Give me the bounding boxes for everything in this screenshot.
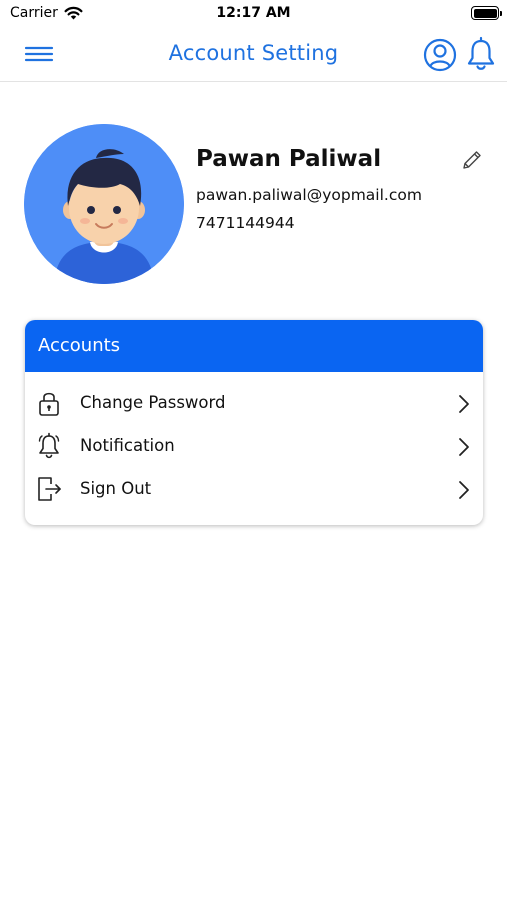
bell-icon <box>36 432 62 460</box>
lock-icon <box>36 389 62 417</box>
nav-bar: Account Setting <box>0 28 507 82</box>
chevron-right-icon <box>457 437 471 457</box>
chevron-right-icon <box>457 480 471 500</box>
sign-out-label: Sign Out <box>80 479 152 498</box>
change-password-item[interactable]: Change Password <box>25 382 483 425</box>
status-bar: Carrier 12:17 AM <box>0 0 507 28</box>
notification-label: Notification <box>80 436 175 455</box>
accounts-title: Accounts <box>38 335 121 356</box>
status-time: 12:17 AM <box>216 5 291 21</box>
accounts-header: Accounts <box>25 320 483 372</box>
sign-out-item[interactable]: Sign Out <box>25 468 483 511</box>
user-circle-icon[interactable] <box>422 37 458 73</box>
notification-item[interactable]: Notification <box>25 425 483 468</box>
change-password-label: Change Password <box>80 393 226 412</box>
sign-out-icon <box>36 475 62 503</box>
bell-icon[interactable] <box>464 36 498 74</box>
user-name: Pawan Paliwal <box>196 146 382 172</box>
battery-icon <box>471 6 502 20</box>
chevron-right-icon <box>457 394 471 414</box>
accounts-card: Accounts Change Password Notification Si… <box>25 320 483 525</box>
accounts-menu-list: Change Password Notification Sign Out <box>25 372 483 511</box>
avatar-illustration <box>24 124 184 284</box>
user-phone: 7471144944 <box>196 214 295 232</box>
avatar <box>24 124 184 284</box>
pencil-icon[interactable] <box>460 148 484 172</box>
profile-section: Pawan Paliwal pawan.paliwal@yopmail.com … <box>24 124 484 286</box>
user-email: pawan.paliwal@yopmail.com <box>196 186 422 204</box>
